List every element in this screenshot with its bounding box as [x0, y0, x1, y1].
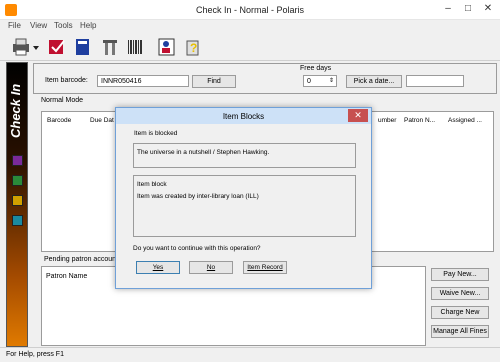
sidebar-icon-4[interactable] [12, 215, 23, 226]
minimize-button[interactable]: – [440, 2, 456, 16]
menu-bar: File View Tools Help [0, 20, 500, 33]
col-number[interactable]: umber [378, 117, 396, 124]
dialog-close-button[interactable]: ✕ [348, 109, 368, 122]
item-record-button[interactable]: Item Record [243, 261, 287, 274]
mode-label: Normal Mode [41, 97, 84, 104]
dialog-title: Item Blocks [222, 112, 265, 121]
close-button[interactable]: ✕ [480, 2, 496, 16]
free-days-input[interactable]: 0 ⇕ [303, 75, 337, 87]
continue-question: Do you want to continue with this operat… [133, 245, 261, 252]
item-title-text: The universe in a nutshell / Stephen Haw… [137, 149, 270, 156]
print-icon[interactable] [10, 36, 32, 58]
barcode-icon[interactable] [124, 36, 146, 58]
window-title: Check In - Normal - Polaris [195, 5, 305, 15]
sidebar-title: Check In [8, 83, 23, 139]
waive-new-button[interactable]: Waive New... [431, 287, 489, 300]
yes-label: Yes [152, 264, 164, 271]
col-patron[interactable]: Patron N... [404, 117, 435, 124]
menu-file[interactable]: File [8, 21, 21, 30]
item-title-box: The universe in a nutshell / Stephen Haw… [133, 143, 356, 168]
col-patron-name[interactable]: Patron Name [46, 273, 87, 280]
pay-new-button[interactable]: Pay New... [431, 268, 489, 281]
item-block-box: Item block Item was created by inter-lib… [133, 175, 356, 237]
free-days-value: 0 [307, 78, 311, 85]
item-block-text: Item was created by inter-library loan (… [137, 193, 259, 200]
manage-all-fines-button[interactable]: Manage All Fines [431, 325, 489, 338]
barcode-input[interactable]: INNR050416 [97, 75, 189, 87]
maximize-button[interactable]: □ [460, 2, 476, 16]
sidebar-icon-3[interactable] [12, 195, 23, 206]
date-field[interactable] [406, 75, 464, 87]
pending-label: Pending patron account [44, 256, 118, 263]
menu-tools[interactable]: Tools [54, 21, 73, 30]
free-days-label: Free days [300, 65, 332, 72]
title-bar: Check In - Normal - Polaris – □ ✕ [0, 0, 500, 20]
no-button[interactable]: No [189, 261, 233, 274]
spinner-icon[interactable]: ⇕ [329, 78, 334, 85]
charge-new-button[interactable]: Charge New [431, 306, 489, 319]
checkin-icon[interactable] [46, 36, 68, 58]
item-blocks-dialog: Item Blocks ✕ Item is blocked The univer… [115, 107, 372, 289]
col-barcode[interactable]: Barcode [47, 117, 71, 124]
find-button[interactable]: Find [192, 75, 236, 88]
help-icon[interactable]: ? [182, 36, 204, 58]
patron-icon[interactable] [156, 36, 178, 58]
tools-icon[interactable] [100, 36, 122, 58]
pick-date-button[interactable]: Pick a date... [346, 75, 402, 88]
col-due-date[interactable]: Due Dat [90, 117, 114, 124]
yes-button[interactable]: Yes [136, 261, 180, 274]
barcode-label: Item barcode: [45, 77, 88, 84]
sidebar: Check In [6, 62, 28, 347]
dialog-title-bar: Item Blocks ✕ [116, 108, 371, 124]
polaris-window: Check In - Normal - Polaris – □ ✕ File V… [0, 0, 500, 362]
status-bar: For Help, press F1 [0, 347, 500, 362]
item-block-label: Item block [137, 181, 167, 188]
toolbar: ? [0, 33, 500, 61]
dropdown-arrow-icon[interactable] [32, 36, 40, 58]
menu-view[interactable]: View [30, 21, 47, 30]
no-label: No [206, 264, 216, 271]
sidebar-icon-2[interactable] [12, 175, 23, 186]
sidebar-icon-1[interactable] [12, 155, 23, 166]
svg-text:?: ? [190, 41, 197, 55]
item-blocked-label: Item is blocked [134, 130, 178, 137]
book-icon[interactable] [72, 36, 94, 58]
item-record-label: Item Record [247, 264, 283, 271]
col-assigned[interactable]: Assigned ... [448, 117, 482, 124]
status-text: For Help, press F1 [6, 351, 64, 358]
menu-help[interactable]: Help [80, 21, 96, 30]
